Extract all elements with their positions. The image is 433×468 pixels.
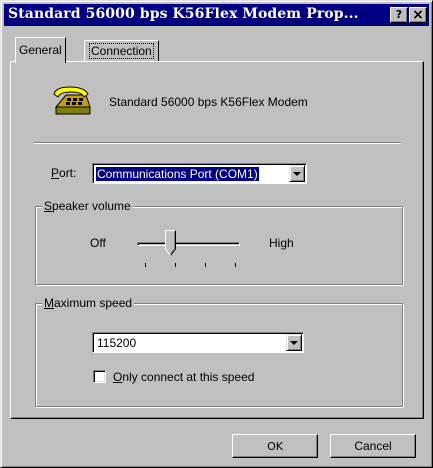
modem-properties-window: Standard 56000 bps K56Flex Modem Prop...… [0,0,433,468]
cancel-button[interactable]: Cancel [330,434,416,458]
window-title: Standard 56000 bps K56Flex Modem Prop... [8,6,359,22]
close-button[interactable]: × [409,7,427,23]
help-button[interactable]: ? [390,7,408,23]
ok-button-label: OK [267,440,283,453]
tab-general-label: General [19,43,62,57]
cancel-button-label: Cancel [354,439,392,453]
tab-connection[interactable]: Connection [84,40,159,62]
title-bar[interactable]: Standard 56000 bps K56Flex Modem Prop...… [4,4,429,26]
tab-connection-label: Connection [89,43,154,59]
tab-general[interactable]: General [15,37,66,63]
ok-button[interactable]: OK [232,434,318,458]
tab-panel-general [10,61,424,419]
